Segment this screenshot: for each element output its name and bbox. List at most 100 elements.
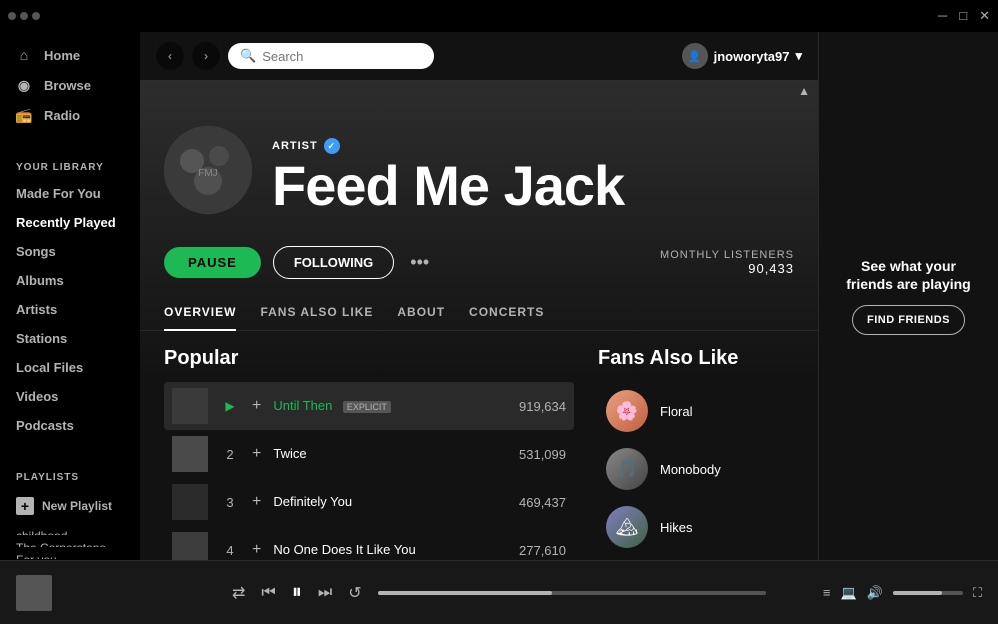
track-row[interactable]: 2 + Twice 531,099 [164,430,574,478]
sidebar-item-songs[interactable]: Songs [0,237,140,266]
sidebar-item-radio[interactable]: 📻 Radio [0,100,140,130]
track-number: 3 [220,495,240,510]
sidebar-item-artists-label: Artists [16,302,57,317]
monthly-listeners-count: 90,433 [660,261,794,276]
minimize-button[interactable]: ─ [938,8,947,24]
artist-label: ARTIST ✓ [272,138,794,154]
sidebar-item-recently-played[interactable]: Recently Played [0,208,140,237]
sidebar-item-made-for-you[interactable]: Made For You [0,179,140,208]
fan-name-monobody: Monobody [660,462,721,477]
find-friends-button[interactable]: FIND FRIENDS [852,305,965,335]
lyrics-icon[interactable]: ≡ [823,585,831,600]
titlebar-dots [8,12,40,20]
sidebar-playlist-cornerstones1[interactable]: The Cornerstones o... [0,535,140,547]
volume-bar[interactable] [893,591,963,595]
fan-item-hikes[interactable]: 🏔 Hikes [598,498,794,556]
titlebar-dot-2 [20,12,28,20]
repeat-button[interactable]: ↺ [348,583,361,603]
tab-overview[interactable]: OVERVIEW [164,295,236,331]
track-title: Until Then [273,398,332,413]
playlists-section-title: PLAYLISTS [0,456,140,489]
sidebar-item-local-files[interactable]: Local Files [0,353,140,382]
track-plays: 469,437 [519,495,566,510]
sidebar: ⌂ Home ◉ Browse 📻 Radio YOUR LIBRARY Mad… [0,32,140,560]
verified-icon: ✓ [324,138,340,154]
now-playing [16,575,216,611]
tab-about[interactable]: ABOUT [397,295,445,331]
player-bar: ⇄ ⏮ ⏸ ⏭ ↺ ≡ 💻 🔊 ⛶ [0,560,998,624]
titlebar-dot-3 [32,12,40,20]
following-button[interactable]: FOLLOWING [273,246,394,279]
track-add-button[interactable]: + [252,541,261,559]
track-plays: 277,610 [519,543,566,558]
sidebar-playlist-childhood[interactable]: childhood [0,523,140,535]
progress-fill [378,591,553,595]
forward-button[interactable]: › [192,42,220,70]
track-thumbnail [172,532,208,560]
user-menu[interactable]: 👤 jnoworyta97 ▾ [682,43,802,69]
previous-button[interactable]: ⏮ [261,584,275,602]
track-plays: 531,099 [519,447,566,462]
artist-tabs: OVERVIEW FANS ALSO LIKE ABOUT CONCERTS [140,295,818,331]
play-pause-button[interactable]: ⏸ [292,581,302,604]
track-add-button[interactable]: + [252,397,261,415]
close-button[interactable]: ✕ [979,8,990,24]
sidebar-item-artists[interactable]: Artists [0,295,140,324]
track-row[interactable]: ▶ + Until Then EXPLICIT 919,634 [164,382,574,430]
maximize-button[interactable]: □ [959,8,967,24]
sidebar-item-stations[interactable]: Stations [0,324,140,353]
track-row[interactable]: 4 + No One Does It Like You 277,610 [164,526,574,560]
fan-item-floral[interactable]: 🌸 Floral [598,382,794,440]
monthly-listeners: MONTHLY LISTENERS 90,433 [660,249,794,276]
sidebar-item-podcasts-label: Podcasts [16,418,74,433]
back-button[interactable]: ‹ [156,42,184,70]
now-playing-thumbnail [16,575,52,611]
search-input[interactable] [262,49,422,64]
friends-sidebar: See what your friends are playing FIND F… [818,32,998,560]
sidebar-item-albums[interactable]: Albums [0,266,140,295]
track-row[interactable]: 3 + Definitely You 469,437 [164,478,574,526]
track-add-button[interactable]: + [252,493,261,511]
sidebar-item-videos[interactable]: Videos [0,382,140,411]
library-section-title: YOUR LIBRARY [0,146,140,179]
track-info: Definitely You [273,493,507,511]
sidebar-item-home[interactable]: ⌂ Home [0,40,140,70]
devices-icon[interactable]: 💻 [841,585,857,601]
volume-fill [893,591,942,595]
tab-fans-also-like[interactable]: FANS ALSO LIKE [260,295,373,331]
fan-name-floral: Floral [660,404,693,419]
collapse-top-button[interactable]: ▲ [798,84,810,98]
artist-info: ARTIST ✓ Feed Me Jack [272,138,794,214]
next-button[interactable]: ⏭ [318,584,332,602]
new-playlist-button[interactable]: + New Playlist [0,489,140,523]
tab-concerts[interactable]: CONCERTS [469,295,544,331]
home-icon: ⌂ [16,47,32,63]
user-name: jnoworyta97 [714,49,790,64]
player-controls: ⇄ ⏮ ⏸ ⏭ ↺ [232,581,766,604]
shuffle-button[interactable]: ⇄ [232,583,245,603]
fans-section: Fans Also Like 🌸 Floral 🎵 Monobody 🏔 Hik… [574,347,794,560]
track-info: Until Then EXPLICIT [273,397,507,415]
track-info: No One Does It Like You [273,541,507,559]
track-add-button[interactable]: + [252,445,261,463]
progress-bar[interactable] [378,591,766,595]
plus-icon: + [16,497,34,515]
more-button[interactable]: ••• [406,248,433,277]
fullscreen-button[interactable]: ⛶ [973,585,982,601]
search-box: 🔍 [228,43,434,69]
titlebar: ─ □ ✕ [0,0,998,32]
radio-icon: 📻 [16,107,32,123]
volume-icon[interactable]: 🔊 [867,585,883,601]
sidebar-item-browse[interactable]: ◉ Browse [0,70,140,100]
track-plays: 919,634 [519,399,566,414]
sidebar-item-stations-label: Stations [16,331,67,346]
sidebar-item-home-label: Home [44,48,80,63]
sidebar-item-podcasts[interactable]: Podcasts [0,411,140,440]
monthly-listeners-label: MONTHLY LISTENERS [660,249,794,261]
player-right-controls: ≡ 💻 🔊 ⛶ [782,585,982,601]
sidebar-playlist-for-you[interactable]: For you [0,547,140,559]
pause-button[interactable]: PAUSE [164,247,261,278]
topbar-nav: ‹ › 🔍 [156,42,434,70]
sidebar-item-recently-played-label: Recently Played [16,215,116,230]
fan-item-monobody[interactable]: 🎵 Monobody [598,440,794,498]
